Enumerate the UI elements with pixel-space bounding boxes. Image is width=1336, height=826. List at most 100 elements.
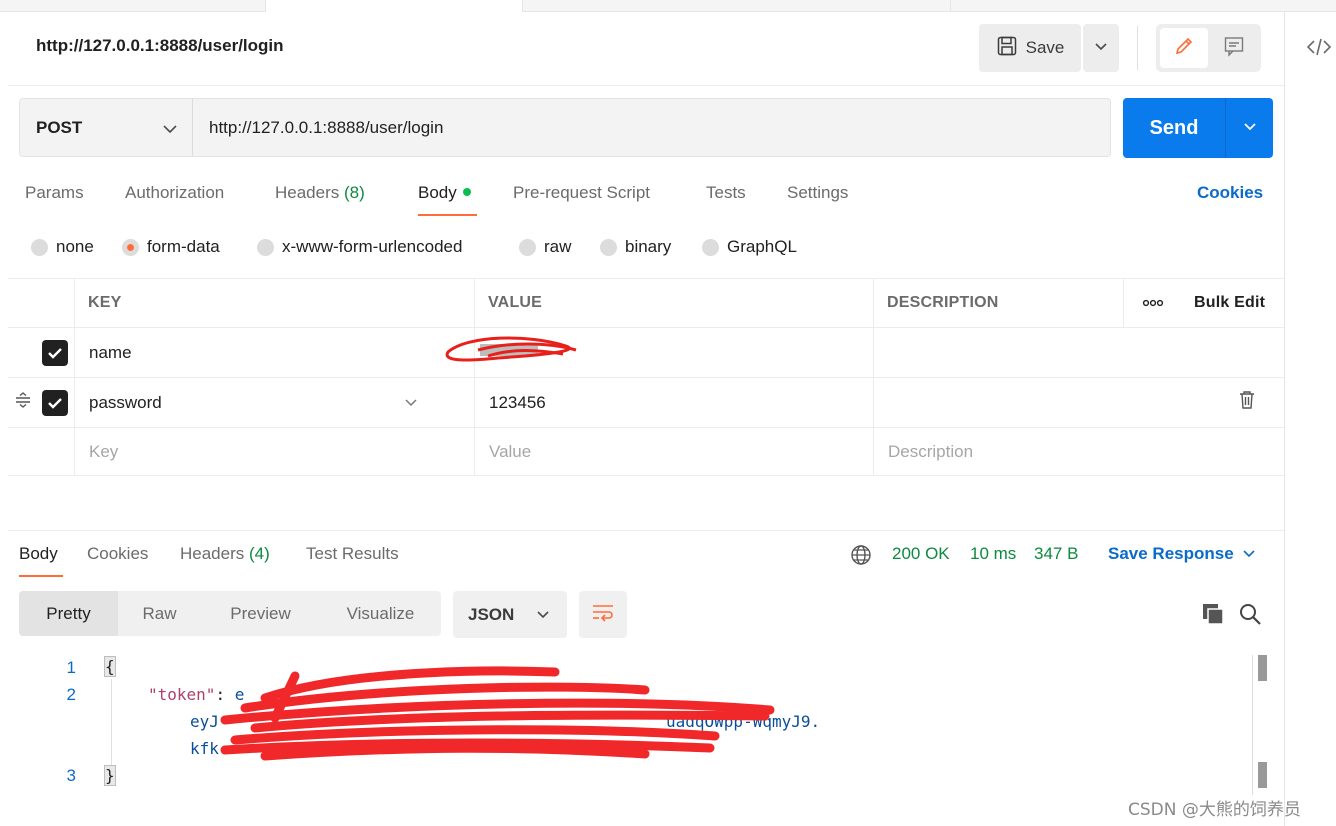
new-key-input[interactable]: Key xyxy=(74,428,474,475)
response-tab-headers[interactable]: Headers (4) xyxy=(180,544,270,564)
url-text: http://127.0.0.1:8888/user/login xyxy=(209,117,444,137)
save-response-button[interactable]: Save Response xyxy=(1108,544,1256,564)
response-size[interactable]: 347 B xyxy=(1034,544,1078,564)
drag-handle-icon[interactable] xyxy=(14,392,32,413)
line-number: 2 xyxy=(66,685,76,704)
radio-circle xyxy=(31,238,48,256)
param-value-field[interactable] xyxy=(474,328,873,377)
chevron-down-icon xyxy=(1242,544,1256,564)
wrap-lines-button[interactable] xyxy=(579,591,627,638)
tab-settings[interactable]: Settings xyxy=(787,183,848,203)
code-snippet-icon[interactable] xyxy=(1306,36,1334,60)
scrollbar-thumb[interactable] xyxy=(1258,762,1267,788)
line-number: 1 xyxy=(66,658,76,677)
radio-label: x-www-form-urlencoded xyxy=(282,237,463,256)
tab-headers-count: (8) xyxy=(344,183,365,202)
response-tab-body[interactable]: Body xyxy=(19,544,58,564)
tab-body-label: Body xyxy=(418,183,457,202)
view-preview[interactable]: Preview xyxy=(201,591,320,636)
column-header-value: VALUE xyxy=(474,278,873,327)
radio-x-www-form-urlencoded[interactable]: x-www-form-urlencoded xyxy=(257,237,462,257)
radio-none[interactable]: none xyxy=(31,237,94,257)
table-row-new: Key Value Description xyxy=(8,428,1284,476)
bulk-edit-button[interactable]: Bulk Edit xyxy=(1181,278,1284,327)
radio-circle xyxy=(519,238,536,256)
copy-icon[interactable] xyxy=(1201,602,1225,626)
watermark: CSDN @大熊的饲养员 xyxy=(1128,800,1301,820)
active-request-tab[interactable] xyxy=(265,0,523,12)
format-select[interactable]: JSON xyxy=(453,591,567,638)
response-view-switcher: Pretty Raw Preview Visualize xyxy=(19,591,441,636)
search-icon[interactable] xyxy=(1238,602,1262,626)
view-raw[interactable]: Raw xyxy=(118,591,201,636)
format-label: JSON xyxy=(468,604,515,624)
param-description-field[interactable] xyxy=(873,378,1284,427)
body-indicator-dot xyxy=(462,187,471,196)
tab-params[interactable]: Params xyxy=(25,183,84,203)
json-token-part3: kfk xyxy=(190,739,219,758)
url-input[interactable]: http://127.0.0.1:8888/user/login xyxy=(192,98,1111,157)
right-sidebar xyxy=(1284,12,1336,826)
radio-graphql[interactable]: GraphQL xyxy=(702,237,797,257)
cookies-link[interactable]: Cookies xyxy=(1197,183,1263,203)
radio-circle-selected xyxy=(122,238,139,256)
view-visualize[interactable]: Visualize xyxy=(320,591,441,636)
view-mode-toggle xyxy=(1156,24,1261,72)
table-row: name xyxy=(8,328,1284,378)
code-line-2-wrap-1: eyJ uadqOWpp-WqmyJ9. xyxy=(190,712,820,731)
response-body-code[interactable]: 1 2 3 { "token": e eyJ uadqOWpp-WqmyJ9. k… xyxy=(0,655,1270,815)
pencil-icon xyxy=(1173,35,1195,62)
tab-headers[interactable]: Headers (8) xyxy=(275,183,365,203)
response-time[interactable]: 10 ms xyxy=(970,544,1016,564)
view-pretty[interactable]: Pretty xyxy=(19,591,118,636)
tab-body[interactable]: Body xyxy=(418,183,471,203)
save-label: Save xyxy=(1025,38,1065,57)
comments-button[interactable] xyxy=(1210,28,1258,68)
send-options-button[interactable] xyxy=(1225,98,1273,158)
request-title[interactable]: http://127.0.0.1:8888/user/login xyxy=(36,36,284,56)
edit-mode-button[interactable] xyxy=(1160,28,1208,68)
radio-label: none xyxy=(56,237,94,256)
line-number: 3 xyxy=(66,766,76,785)
new-description-input[interactable]: Description xyxy=(873,428,1284,475)
radio-form-data[interactable]: form-data xyxy=(122,237,220,257)
param-key-field[interactable]: name xyxy=(74,328,474,377)
row-enabled-checkbox[interactable] xyxy=(8,328,74,377)
response-tab-cookies[interactable]: Cookies xyxy=(87,544,148,564)
radio-binary[interactable]: binary xyxy=(600,237,671,257)
tab-tests[interactable]: Tests xyxy=(706,183,746,203)
save-button[interactable]: Save xyxy=(979,24,1081,72)
param-value-field[interactable]: 123456 xyxy=(474,378,873,427)
radio-circle xyxy=(257,238,274,256)
save-options-button[interactable] xyxy=(1083,24,1119,72)
scrollbar-thumb[interactable] xyxy=(1258,655,1267,681)
tab-active-indicator xyxy=(418,214,477,216)
param-key-field[interactable]: password xyxy=(74,378,474,427)
status-code[interactable]: 200 OK xyxy=(892,544,950,564)
send-button[interactable]: Send xyxy=(1123,98,1225,158)
code-line-1: { xyxy=(104,656,116,677)
radio-label: GraphQL xyxy=(727,237,797,256)
chevron-down-icon[interactable] xyxy=(404,393,418,413)
header-divider xyxy=(1137,26,1138,70)
radio-raw[interactable]: raw xyxy=(519,237,571,257)
method-select[interactable]: POST xyxy=(19,98,193,157)
tab-pre-request-script[interactable]: Pre-request Script xyxy=(513,183,650,203)
new-value-input[interactable]: Value xyxy=(474,428,873,475)
response-tab-headers-label: Headers xyxy=(180,544,245,563)
globe-icon[interactable] xyxy=(850,544,872,566)
trash-icon[interactable] xyxy=(1238,390,1256,415)
more-options-icon[interactable] xyxy=(1123,278,1181,327)
tab-divider xyxy=(950,0,951,12)
param-description-field[interactable] xyxy=(873,328,1284,377)
code-line-2-wrap-2: kfk xyxy=(190,739,219,758)
param-key-text: password xyxy=(89,392,162,412)
response-tab-test-results[interactable]: Test Results xyxy=(306,544,399,564)
table-header-row: KEY VALUE DESCRIPTION Bulk Edit xyxy=(8,278,1284,328)
save-response-label: Save Response xyxy=(1108,544,1234,563)
tab-authorization[interactable]: Authorization xyxy=(125,183,224,203)
radio-label: form-data xyxy=(147,237,220,256)
column-header-description: DESCRIPTION xyxy=(873,278,1123,327)
checkmark-icon[interactable] xyxy=(42,389,68,416)
json-colon: : xyxy=(215,685,235,704)
